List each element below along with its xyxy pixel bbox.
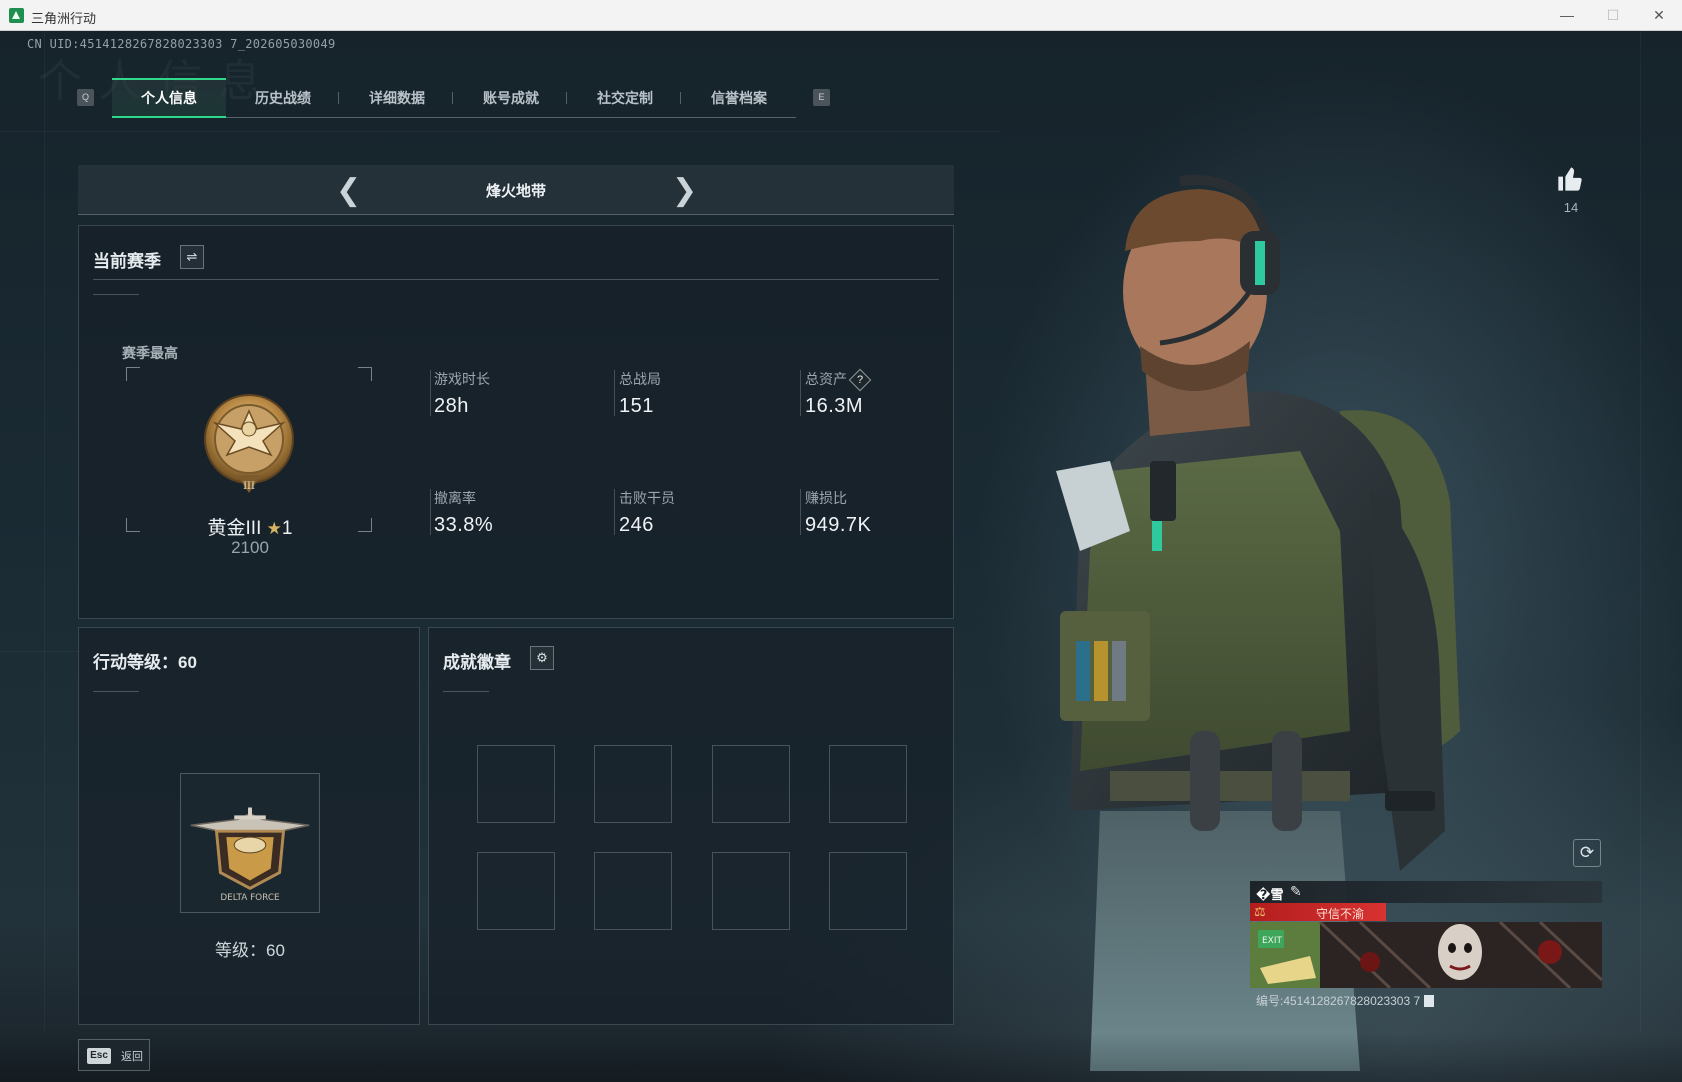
level-text: 等级：60 bbox=[215, 941, 285, 960]
game-viewport: 个人信息 CN UID:4514128267828023303 7_202605… bbox=[0, 31, 1682, 1082]
footer-bar bbox=[0, 1033, 1682, 1082]
tab-personal-info[interactable]: 个人信息 bbox=[112, 78, 226, 118]
back-label: 返回 bbox=[121, 1051, 143, 1063]
svg-text:III: III bbox=[243, 481, 255, 492]
badge-slot[interactable] bbox=[594, 852, 672, 930]
swap-icon[interactable]: ⇌ bbox=[180, 245, 204, 269]
minimize-button[interactable]: — bbox=[1544, 0, 1590, 31]
stat-play-time: 游戏时长 28h bbox=[434, 371, 490, 417]
window-title: 三角洲行动 bbox=[31, 11, 97, 26]
stat-operators-defeated: 击败干员 246 bbox=[619, 490, 675, 536]
hud-grid-line bbox=[0, 131, 1000, 132]
divider bbox=[93, 691, 139, 692]
divider bbox=[443, 691, 489, 692]
mode-selector: ❮ 烽火地带 ❯ bbox=[78, 165, 954, 215]
corner-bracket bbox=[126, 518, 140, 532]
current-season-title: 当前赛季 bbox=[93, 252, 161, 271]
tab-next-key[interactable]: E bbox=[813, 89, 830, 106]
tab-account-achievements[interactable]: 账号成就 bbox=[454, 78, 568, 118]
window-titlebar: 三角洲行动 — ☐ ✕ bbox=[0, 0, 1682, 31]
action-level-title: 行动等级：60 bbox=[93, 653, 197, 672]
app-logo-icon bbox=[9, 8, 24, 23]
like-count: 14 bbox=[1563, 200, 1579, 215]
season-best-label: 赛季最高 bbox=[122, 345, 178, 361]
tab-detailed-data[interactable]: 详细数据 bbox=[340, 78, 454, 118]
badge-slot[interactable] bbox=[829, 852, 907, 930]
star-icon: ★ bbox=[266, 519, 282, 538]
refresh-icon[interactable]: ⟳ bbox=[1573, 839, 1601, 867]
hud-grid-line bbox=[0, 651, 80, 652]
badge-slot[interactable] bbox=[712, 745, 790, 823]
stat-total-matches: 总战局 151 bbox=[619, 371, 661, 417]
stat-total-assets: 总资产? 16.3M bbox=[805, 368, 975, 418]
stat-extraction-rate: 撤离率 33.8% bbox=[434, 490, 494, 536]
card-background-image: EXIT bbox=[1250, 922, 1602, 988]
tab-bar: 个人信息 历史战绩 详细数据 账号成就 社交定制 信誉档案 bbox=[112, 78, 796, 118]
badge-slot[interactable] bbox=[594, 745, 672, 823]
achievement-badges-panel bbox=[428, 627, 954, 1025]
tab-social-customization[interactable]: 社交定制 bbox=[568, 78, 682, 118]
badge-slot[interactable] bbox=[477, 745, 555, 823]
level-emblem-frame: DELTA FORCE bbox=[180, 773, 320, 913]
tab-prev-key[interactable]: Q bbox=[77, 89, 94, 106]
player-name: �雪 bbox=[1256, 887, 1284, 902]
player-name-card[interactable]: �雪 ✎ ⚖ 守信不渝 EXIT 编号:4514128267828023303 … bbox=[1250, 881, 1602, 1023]
chevron-left-icon[interactable]: ❮ bbox=[336, 173, 361, 208]
mode-name: 烽火地带 bbox=[485, 183, 546, 200]
achievement-badges-title: 成就徽章 bbox=[443, 653, 511, 672]
rank-name: 黄金III ★1 bbox=[207, 518, 293, 539]
divider bbox=[93, 294, 139, 295]
corner-bracket bbox=[358, 367, 372, 381]
rank-emblem-icon: III bbox=[204, 394, 294, 493]
player-id: 编号:4514128267828023303 7 bbox=[1256, 992, 1435, 1009]
rank-score: 2100 bbox=[231, 538, 269, 557]
uid-text: CN UID:4514128267828023303 7_20260503004… bbox=[27, 37, 336, 51]
scale-icon: ⚖ bbox=[1254, 904, 1266, 919]
edit-icon[interactable]: ✎ bbox=[1290, 883, 1302, 900]
hud-grid-line bbox=[1640, 31, 1641, 1031]
reputation-tag: ⚖ 守信不渝 bbox=[1250, 903, 1386, 921]
hud-grid-line bbox=[44, 31, 45, 1031]
badge-slot[interactable] bbox=[712, 852, 790, 930]
thumbs-up-icon[interactable] bbox=[1556, 165, 1584, 193]
chevron-right-icon[interactable]: ❯ bbox=[672, 173, 697, 208]
badge-slot[interactable] bbox=[477, 852, 555, 930]
corner-bracket bbox=[358, 518, 372, 532]
esc-key-icon: Esc bbox=[87, 1048, 111, 1064]
tab-credit-record[interactable]: 信誉档案 bbox=[682, 78, 796, 118]
corner-bracket bbox=[126, 367, 140, 381]
tab-match-history[interactable]: 历史战绩 bbox=[226, 78, 340, 118]
copy-icon[interactable] bbox=[1424, 995, 1435, 1007]
maximize-button[interactable]: ☐ bbox=[1590, 0, 1636, 31]
card-header: �雪 ✎ bbox=[1250, 881, 1602, 903]
stat-profit-loss-ratio: 赚损比 949.7K bbox=[805, 490, 872, 536]
gear-icon[interactable]: ⚙ bbox=[530, 646, 554, 670]
svg-text:EXIT: EXIT bbox=[1262, 936, 1283, 946]
help-icon[interactable]: ? bbox=[848, 368, 872, 392]
badge-slot[interactable] bbox=[829, 745, 907, 823]
svg-text:DELTA FORCE: DELTA FORCE bbox=[220, 893, 280, 903]
helicopter-emblem-icon: DELTA FORCE bbox=[190, 807, 310, 903]
divider bbox=[93, 279, 939, 280]
close-button[interactable]: ✕ bbox=[1636, 0, 1682, 31]
back-button[interactable]: Esc 返回 bbox=[78, 1039, 150, 1071]
